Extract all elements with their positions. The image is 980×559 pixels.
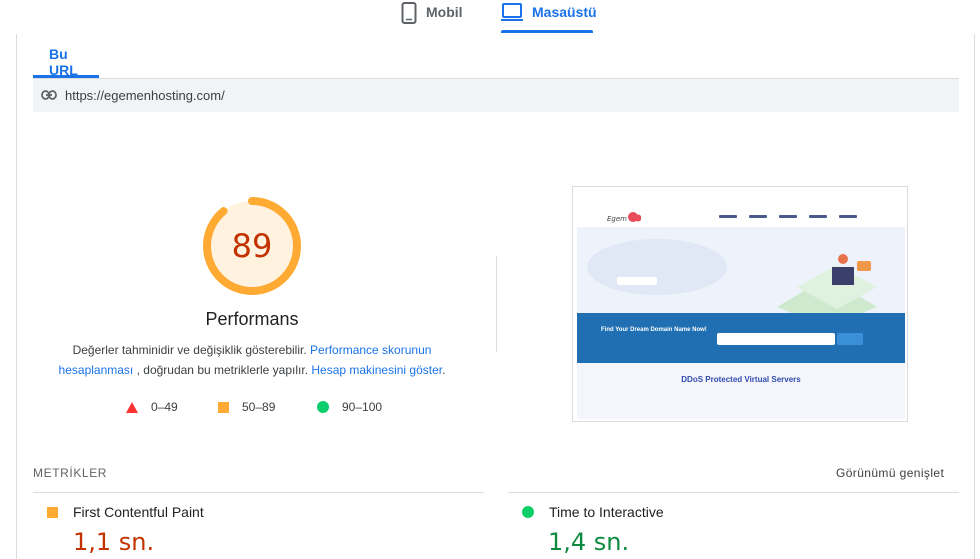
metrics-divider-left: [33, 492, 484, 493]
thumbnail-ddos-title: DDoS Protected Virtual Servers: [681, 375, 801, 384]
metric-value: 1,1 sn.: [73, 528, 155, 556]
triangle-fail-icon: [126, 401, 138, 413]
page-screenshot-thumbnail: Egem Find Your Dream Domain Name Now! DD…: [572, 186, 908, 422]
card-border-left: [16, 34, 17, 559]
svg-text:Egem: Egem: [607, 215, 627, 223]
url-bar: https://egemenhosting.com/: [33, 79, 959, 112]
tab-mobile-label: Mobil: [426, 4, 463, 20]
active-tab-indicator: [501, 30, 593, 33]
vertical-divider: [496, 256, 497, 352]
thumbnail-lower-section: [577, 363, 905, 419]
square-average-icon: [47, 506, 58, 518]
thumbnail-search-button: [837, 333, 863, 345]
thumbnail-search-box: [717, 333, 835, 345]
device-tabs: Mobil Masaüstü: [0, 0, 980, 34]
thumbnail-canvas: Egem Find Your Dream Domain Name Now! DD…: [577, 191, 905, 419]
thumbnail-nav: [719, 215, 857, 218]
legend-pass-range: 90–100: [342, 400, 383, 414]
performance-score: 89: [231, 227, 273, 265]
performance-title: Performans: [205, 309, 299, 329]
square-average-icon: [218, 401, 229, 413]
laptop-icon: [501, 2, 523, 27]
site-logo-icon: Egem: [607, 212, 641, 223]
tab-desktop-label: Masaüstü: [532, 4, 597, 20]
tab-desktop[interactable]: Masaüstü: [501, 0, 597, 34]
circle-pass-icon: [317, 401, 329, 413]
legend-pass: 90–100: [317, 399, 382, 415]
legend-fail-range: 0–49: [151, 400, 178, 414]
metric-time-to-interactive: Time to Interactive 1,4 sn.: [522, 503, 664, 556]
metric-first-contentful-paint: First Contentful Paint 1,1 sn.: [47, 503, 204, 556]
pagespeed-report: Mobil Masaüstü Bu URL https://egemenhost…: [0, 0, 980, 559]
legend-average-range: 50–89: [242, 400, 276, 414]
expand-view-toggle[interactable]: Görünümü genişlet: [836, 466, 944, 480]
metric-value: 1,4 sn.: [548, 528, 630, 556]
legend-average: 50–89: [218, 399, 275, 415]
tab-this-url-label: Bu URL: [49, 46, 78, 78]
thumbnail-hero: [577, 227, 905, 327]
metrics-heading: METRİKLER: [33, 466, 108, 480]
metric-label: Time to Interactive: [549, 504, 664, 520]
thumbnail-band-title: Find Your Dream Domain Name Now!: [601, 327, 707, 333]
metrics-divider-right: [508, 492, 959, 493]
desc-text-3: .: [442, 363, 446, 377]
tab-this-url[interactable]: Bu URL: [33, 34, 99, 78]
card-border-right: [974, 34, 975, 559]
phone-icon: [401, 2, 417, 29]
performance-gauge: 89: [202, 196, 302, 296]
performance-description: Değerler tahminidir ve değişiklik göster…: [52, 340, 452, 380]
desc-text-1: Değerler tahminidir ve değişiklik göster…: [72, 343, 311, 357]
legend-fail: 0–49: [126, 399, 178, 415]
metric-label: First Contentful Paint: [73, 504, 204, 520]
calculator-link[interactable]: Hesap makinesini göster: [311, 363, 442, 377]
url-text: https://egemenhosting.com/: [65, 88, 225, 103]
desc-text-2: , doğrudan bu metriklerle yapılır.: [133, 363, 312, 377]
tab-mobile[interactable]: Mobil: [401, 0, 463, 34]
circle-pass-icon: [522, 506, 534, 518]
link-icon: [41, 87, 57, 105]
